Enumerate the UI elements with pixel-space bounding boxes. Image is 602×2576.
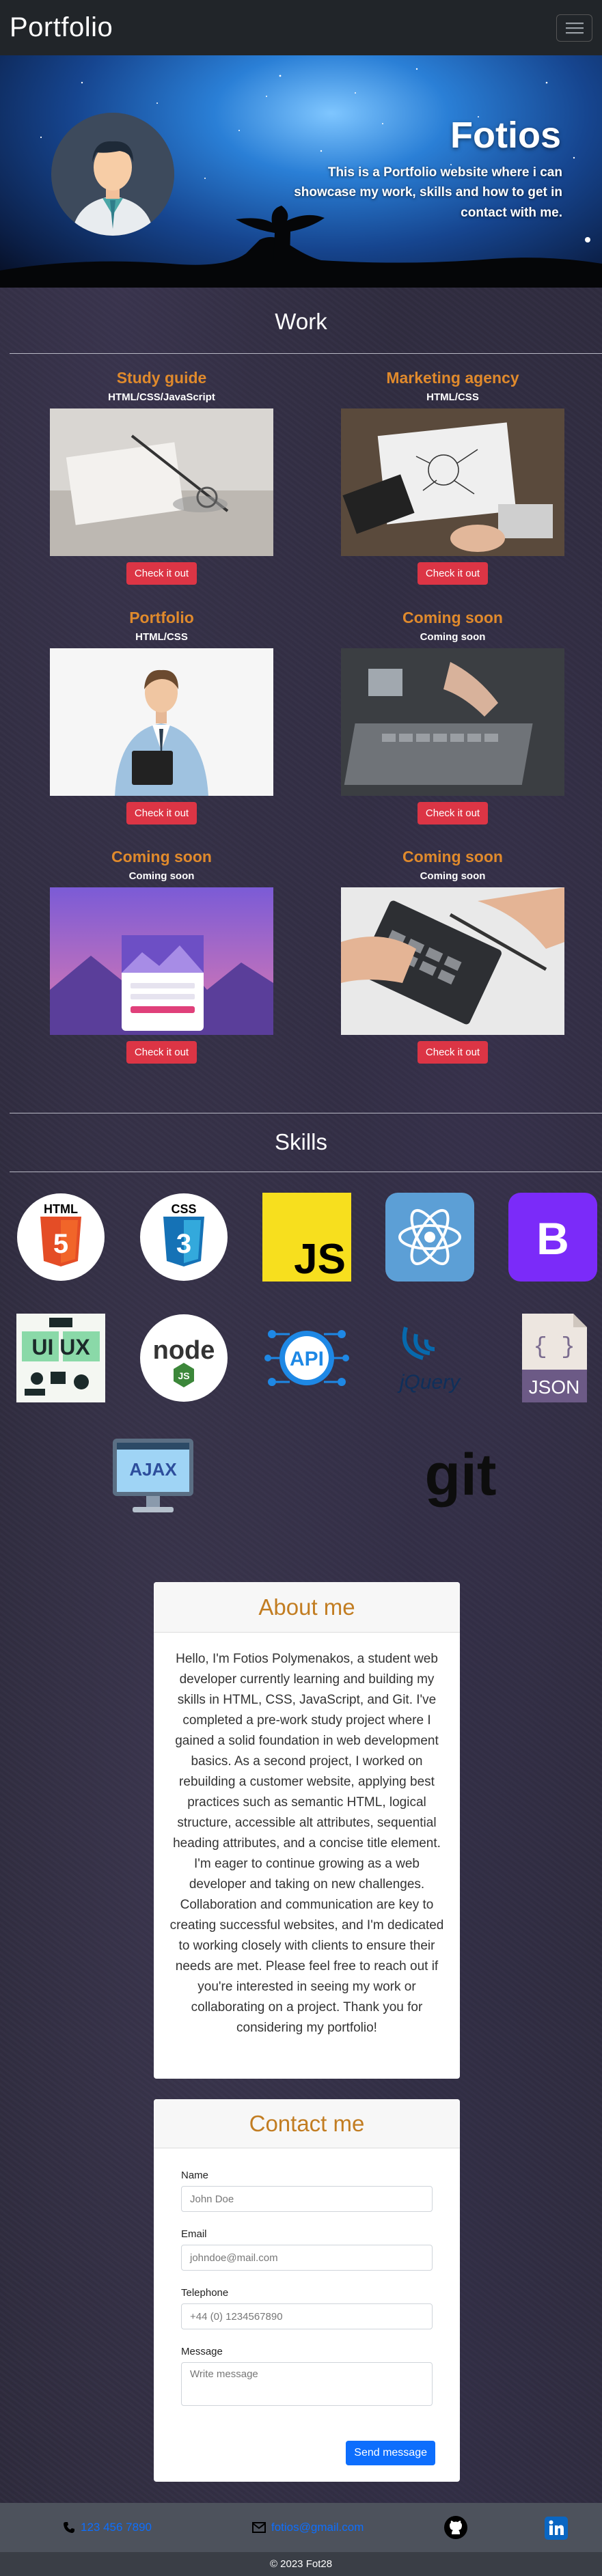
- project-card: Coming soon Coming soon Check it out: [341, 848, 564, 1064]
- project-tech: HTML/CSS: [135, 631, 188, 643]
- telephone-label: Telephone: [181, 2287, 229, 2299]
- nodejs-icon: node JS: [139, 1314, 228, 1402]
- ui-ux-icon: UI UX: [16, 1314, 105, 1402]
- message-field[interactable]: Write message: [181, 2362, 433, 2406]
- about-paragraph: I'm eager to continue growing as a web d…: [169, 1857, 444, 2035]
- businessman-photo: [50, 648, 273, 796]
- hero-banner: Fotios This is a Portfolio website where…: [0, 55, 602, 288]
- project-title: Coming soon: [111, 848, 212, 865]
- project-card: Portfolio HTML/CSS Check it out: [50, 609, 273, 825]
- project-tech: HTML/CSS/JavaScript: [108, 391, 215, 403]
- linkedin-icon: [545, 2517, 568, 2540]
- name-field[interactable]: John Doe: [181, 2186, 433, 2212]
- css3-icon: CSS 3: [139, 1193, 228, 1282]
- phone-link[interactable]: 123 456 7890: [63, 2521, 152, 2534]
- linkedin-link[interactable]: [545, 2517, 568, 2540]
- bootstrap-label: B: [536, 1213, 569, 1264]
- project-card: Marketing agency HTML/CSS Check it out: [341, 369, 564, 585]
- project-tech: Coming soon: [420, 631, 486, 643]
- project-title: Study guide: [116, 369, 207, 387]
- ajax-icon: AJAX: [109, 1435, 197, 1523]
- html-label: HTML: [44, 1202, 78, 1216]
- project-card: Study guide HTML/CSS/JavaScript Check it…: [50, 369, 273, 585]
- project-title: Coming soon: [402, 848, 503, 865]
- check-it-out-button[interactable]: Check it out: [126, 1041, 197, 1064]
- hero-subtitle: This is a Portfolio website where i can …: [294, 165, 562, 220]
- telephone-field[interactable]: +44 (0) 1234567890: [181, 2303, 433, 2329]
- copyright: © 2023 Fot28: [0, 2552, 602, 2576]
- email-address: fotios@gmail.com: [271, 2521, 364, 2534]
- contact-card: Contact me Name John Doe Email johndoe@m…: [154, 2099, 460, 2482]
- jquery-label: jQuery: [397, 1371, 461, 1394]
- about-paragraph: Hello, I'm Fotios Polymenakos, a student…: [173, 1652, 441, 1851]
- about-title: About me: [154, 1582, 460, 1633]
- svg-text:3: 3: [176, 1229, 191, 1259]
- name-label: Name: [181, 2170, 209, 2181]
- svg-text:5: 5: [53, 1229, 68, 1259]
- uiux-label: UI UX: [31, 1335, 90, 1359]
- work-section-title: Work: [275, 309, 327, 334]
- github-link[interactable]: [443, 2515, 468, 2540]
- check-it-out-button[interactable]: Check it out: [417, 562, 489, 585]
- git-label: git: [424, 1442, 496, 1508]
- jquery-icon: jQuery: [385, 1314, 474, 1402]
- skills-section-title: Skills: [274, 1129, 327, 1154]
- project-title: Portfolio: [129, 609, 194, 626]
- study-desk-photo: [50, 408, 273, 556]
- footer: 123 456 7890 fotios@gmail.com: [0, 2503, 602, 2552]
- email-field[interactable]: johndoe@mail.com: [181, 2245, 433, 2271]
- javascript-icon: JS: [262, 1193, 351, 1282]
- json-icon: { } JSON: [508, 1314, 597, 1402]
- json-label: JSON: [529, 1376, 580, 1398]
- brand-logo[interactable]: Portfolio: [10, 12, 113, 43]
- send-message-button[interactable]: Send message: [346, 2441, 435, 2465]
- project-card: Coming soon Coming soon Check it out: [50, 848, 273, 1064]
- envelope-icon: [252, 2522, 266, 2533]
- svg-text:{ }: { }: [533, 1335, 575, 1361]
- laptop-typing-photo: [341, 648, 564, 796]
- github-icon: [444, 2516, 467, 2539]
- calculator-photo: [341, 887, 564, 1035]
- css-label: CSS: [171, 1202, 196, 1216]
- html5-icon: HTML 5: [16, 1193, 105, 1282]
- divider: [10, 353, 602, 354]
- check-it-out-button[interactable]: Check it out: [126, 802, 197, 825]
- email-label: Email: [181, 2228, 207, 2240]
- email-link[interactable]: fotios@gmail.com: [252, 2521, 364, 2534]
- project-tech: HTML/CSS: [426, 391, 479, 403]
- react-icon: [385, 1193, 474, 1282]
- project-tech: Coming soon: [128, 870, 195, 882]
- phone-icon: [64, 2522, 74, 2533]
- message-label: Message: [181, 2346, 223, 2357]
- check-it-out-button[interactable]: Check it out: [126, 562, 197, 585]
- js-label: JS: [294, 1236, 346, 1282]
- check-it-out-button[interactable]: Check it out: [417, 1041, 489, 1064]
- avatar: [51, 113, 174, 236]
- ajax-label: AJAX: [129, 1459, 177, 1480]
- api-label: API: [290, 1348, 324, 1370]
- check-it-out-button[interactable]: Check it out: [417, 802, 489, 825]
- node-label: node: [153, 1336, 215, 1365]
- hamburger-menu-icon[interactable]: [556, 14, 592, 42]
- api-icon: API: [262, 1314, 351, 1402]
- about-text: Hello, I'm Fotios Polymenakos, a student…: [154, 1633, 460, 2049]
- project-title: Marketing agency: [386, 369, 519, 387]
- login-screen-illustration: [50, 887, 273, 1035]
- navbar: Portfolio: [0, 0, 602, 55]
- bootstrap-icon: B: [508, 1193, 597, 1282]
- git-icon: git: [416, 1435, 505, 1523]
- phone-number: 123 456 7890: [81, 2521, 152, 2534]
- marketing-desk-photo: [341, 408, 564, 556]
- project-title: Coming soon: [402, 609, 503, 626]
- project-card: Coming soon Coming soon Check it out: [341, 609, 564, 825]
- project-tech: Coming soon: [420, 870, 486, 882]
- about-card: About me Hello, I'm Fotios Polymenakos, …: [154, 1582, 460, 2079]
- hero-title: Fotios: [450, 115, 561, 156]
- contact-title: Contact me: [154, 2099, 460, 2148]
- svg-text:JS: JS: [178, 1370, 189, 1381]
